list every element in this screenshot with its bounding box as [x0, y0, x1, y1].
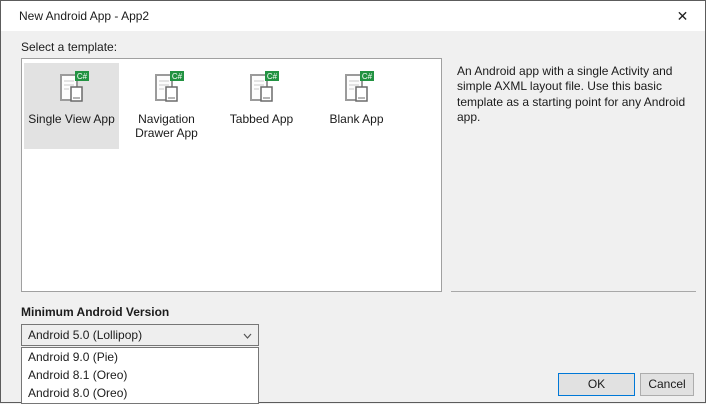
template-item-label: Navigation Drawer App: [135, 112, 198, 140]
template-item-label: Tabbed App: [229, 112, 294, 126]
csharp-badge: C#: [361, 72, 372, 81]
template-item-single-view-app[interactable]: C# Single View App: [24, 63, 119, 149]
template-item-navigation-drawer-app[interactable]: C# Navigation Drawer App: [119, 63, 214, 149]
template-item-label: Blank App: [329, 112, 384, 126]
template-list: C# Single View App C# Navigation Drawer …: [21, 58, 442, 292]
template-item-label: Single View App: [28, 112, 115, 126]
csharp-badge: C#: [266, 72, 277, 81]
template-items-row: C# Single View App C# Navigation Drawer …: [22, 59, 441, 153]
csharp-app-icon: C#: [243, 71, 281, 105]
combobox-value: Android 5.0 (Lollipop): [28, 328, 143, 342]
new-android-app-dialog: New Android App - App2 ✕ Select a templa…: [0, 0, 706, 404]
version-dropdown-list: Android 9.0 (Pie) Android 8.1 (Oreo) And…: [21, 347, 259, 404]
select-template-label: Select a template:: [21, 40, 118, 54]
dropdown-option-android-9[interactable]: Android 9.0 (Pie): [22, 348, 258, 366]
cancel-button[interactable]: Cancel: [640, 373, 694, 396]
minimum-android-version-label: Minimum Android Version: [21, 305, 170, 319]
csharp-app-icon: C#: [53, 71, 91, 105]
window-title: New Android App - App2: [19, 9, 150, 23]
divider: [451, 291, 696, 292]
dropdown-option-android-8-1[interactable]: Android 8.1 (Oreo): [22, 366, 258, 384]
chevron-down-icon: [243, 333, 252, 339]
csharp-badge: C#: [76, 72, 87, 81]
template-item-tabbed-app[interactable]: C# Tabbed App: [214, 63, 309, 149]
minimum-version-combobox[interactable]: Android 5.0 (Lollipop): [21, 324, 259, 346]
template-item-blank-app[interactable]: C# Blank App: [309, 63, 404, 149]
ok-button[interactable]: OK: [558, 373, 635, 396]
csharp-app-icon: C#: [338, 71, 376, 105]
csharp-badge: C#: [171, 72, 182, 81]
title-bar: New Android App - App2 ✕: [1, 1, 705, 31]
csharp-app-icon: C#: [148, 71, 186, 105]
close-icon[interactable]: ✕: [660, 1, 705, 31]
template-description: An Android app with a single Activity an…: [457, 64, 686, 125]
dropdown-option-android-8-0[interactable]: Android 8.0 (Oreo): [22, 384, 258, 402]
